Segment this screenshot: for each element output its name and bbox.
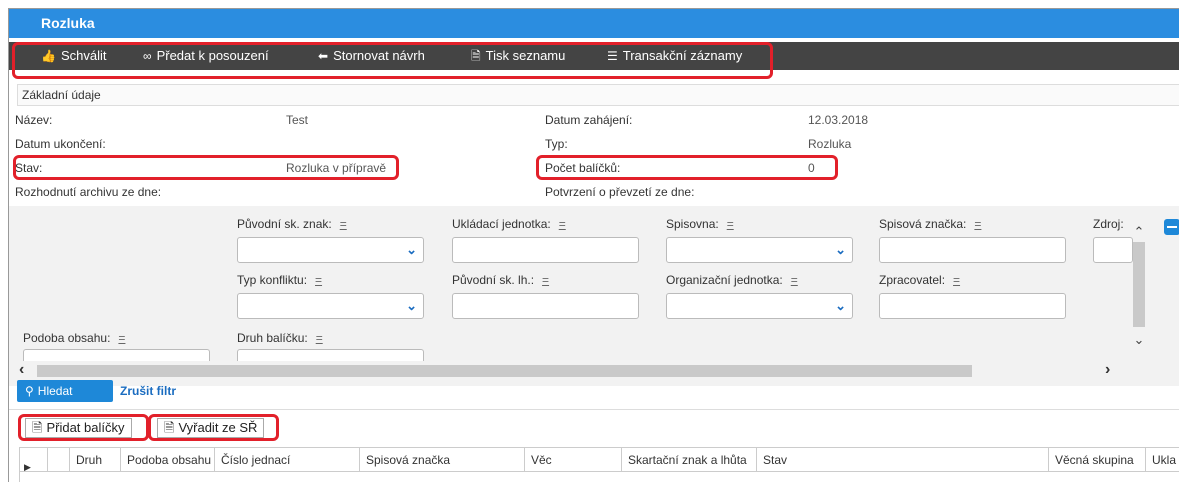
orig-mark-select[interactable]: ⌄: [237, 237, 424, 263]
end-date-label: Datum ukončení:: [15, 137, 106, 151]
search-icon: ⚲: [25, 384, 34, 398]
org-unit-label: Organizační jednotka: =: [666, 273, 798, 287]
clear-filter-link[interactable]: Zrušit filtr: [120, 384, 176, 398]
chevron-left-icon[interactable]: ‹: [19, 361, 24, 379]
registry-label: Spisovna: =: [666, 217, 734, 231]
add-packages-button[interactable]: 🗎 Přidat balíčky: [25, 418, 132, 438]
row-selector-header[interactable]: ▶: [20, 448, 48, 472]
equals-operator[interactable]: =: [727, 217, 734, 231]
title-bar: Rozluka: [9, 9, 1179, 38]
equals-operator[interactable]: =: [316, 331, 323, 345]
equals-operator[interactable]: =: [559, 217, 566, 231]
window-title: Rozluka: [41, 15, 95, 31]
chevron-right-icon[interactable]: ›: [1105, 361, 1110, 379]
column-header-skartacni-znak[interactable]: Skartační znak a lhůta: [622, 448, 757, 472]
status-value: Rozluka v přípravě: [286, 161, 387, 175]
column-header-podoba-obsahu[interactable]: Podoba obsahu: [121, 448, 215, 472]
handover-date-label: Potvrzení o převzetí ze dne:: [545, 185, 695, 199]
column-header-druh[interactable]: Druh: [70, 448, 121, 472]
equals-operator[interactable]: =: [340, 217, 347, 231]
org-unit-select[interactable]: ⌄: [666, 293, 853, 319]
filter-vertical-scrollbar[interactable]: ⌃ ⌄: [1131, 224, 1147, 354]
remove-from-sr-button[interactable]: 🗎 Vyřadit ze SŘ: [157, 418, 265, 438]
chevron-down-icon: ⌄: [406, 242, 417, 257]
content-form-label: Podoba obsahu: =: [23, 331, 126, 345]
collapse-filter-icon[interactable]: [1164, 219, 1179, 235]
column-header-vecna-skupina[interactable]: Věcná skupina: [1049, 448, 1146, 472]
source-label: Zdroj:: [1093, 217, 1124, 231]
equals-operator[interactable]: =: [542, 273, 549, 287]
cancel-proposal-button[interactable]: ⬅ Stornovat návrh: [318, 42, 425, 70]
equals-operator[interactable]: =: [974, 217, 981, 231]
processor-label: Zpracovatel: =: [879, 273, 961, 287]
chevron-down-icon: ⌄: [835, 298, 846, 313]
column-header-vec[interactable]: Věc: [525, 448, 622, 472]
print-list-button[interactable]: 🗎 Tisk seznamu: [471, 42, 565, 70]
section-title: Základní údaje: [22, 88, 101, 102]
chevron-down-icon[interactable]: ⌄: [1131, 332, 1147, 348]
storage-unit-label: Ukládací jednotka: =: [452, 217, 566, 231]
scrollbar-thumb[interactable]: [37, 365, 972, 377]
file-mark-input[interactable]: [879, 237, 1066, 263]
chevron-down-icon: ⌄: [406, 298, 417, 313]
name-value: Test: [286, 113, 309, 127]
start-date-value: 12.03.2018: [808, 113, 869, 127]
table-header-row: ▶ Druh Podoba obsahu Číslo jednací Spiso…: [20, 448, 1179, 472]
section-header: Základní údaje: [17, 84, 1179, 106]
equals-operator[interactable]: =: [315, 273, 322, 287]
equals-operator[interactable]: =: [118, 331, 125, 345]
column-header-ukladaci[interactable]: Ukla: [1146, 448, 1179, 472]
equals-operator[interactable]: =: [953, 273, 960, 287]
submit-review-button[interactable]: ∞ Předat k posouzení: [143, 42, 269, 70]
divider: [9, 409, 1179, 410]
chevron-down-icon: ⌄: [835, 242, 846, 257]
transactions-button[interactable]: ☰ Transakční záznamy: [607, 42, 742, 70]
column-header-stav[interactable]: Stav: [757, 448, 1049, 472]
filter-horizontal-scrollbar[interactable]: ‹ ›: [17, 361, 1117, 379]
orig-deadline-input[interactable]: [452, 293, 639, 319]
document-icon: 🗎: [471, 49, 481, 63]
package-kind-label: Druh balíčku: =: [237, 331, 323, 345]
content-form-select[interactable]: [23, 349, 210, 361]
equals-operator[interactable]: =: [791, 273, 798, 287]
file-mark-label: Spisová značka: =: [879, 217, 982, 231]
reply-arrow-icon: ⬅: [318, 49, 329, 63]
checkbox-column-header[interactable]: [48, 448, 70, 472]
packages-table: ▶ Druh Podoba obsahu Číslo jednací Spiso…: [19, 447, 1179, 482]
export-document-icon: 🗎: [164, 420, 175, 435]
conflict-type-label: Typ konfliktu: =: [237, 273, 323, 287]
app-window: Rozluka 👍 Schválit ∞ Předat k posouzení ⬅ S…: [8, 8, 1179, 482]
package-count-label: Počet balíčků:: [545, 161, 621, 175]
start-date-label: Datum zahájení:: [545, 113, 633, 127]
orig-mark-label: Původní sk. znak: =: [237, 217, 347, 231]
orig-deadline-label: Původní sk. lh.: =: [452, 273, 550, 287]
package-kind-select[interactable]: [237, 349, 424, 361]
processor-input[interactable]: [879, 293, 1066, 319]
caret-right-icon: ▶: [24, 462, 31, 472]
approve-button[interactable]: 👍 Schválit: [41, 42, 106, 70]
conflict-type-select[interactable]: ⌄: [237, 293, 424, 319]
type-value: Rozluka: [808, 137, 852, 151]
thumbs-up-icon: 👍: [41, 49, 56, 63]
status-label: Stav:: [15, 161, 43, 175]
package-count-value: 0: [808, 161, 815, 175]
column-header-spisova-znacka[interactable]: Spisová značka: [360, 448, 525, 472]
infinity-icon: ∞: [143, 49, 152, 63]
source-input[interactable]: [1093, 237, 1133, 263]
column-header-cislo-jednaci[interactable]: Číslo jednací: [215, 448, 360, 472]
storage-unit-input[interactable]: [452, 237, 639, 263]
search-button[interactable]: ⚲ Hledat: [17, 380, 113, 402]
decision-date-label: Rozhodnutí archivu ze dne:: [15, 185, 162, 199]
chevron-up-icon[interactable]: ⌃: [1131, 224, 1147, 240]
name-label: Název:: [15, 113, 53, 127]
list-icon: ☰: [607, 49, 618, 63]
type-label: Typ:: [545, 137, 568, 151]
action-toolbar: 👍 Schválit ∞ Předat k posouzení ⬅ Stornovat…: [9, 38, 1179, 78]
add-document-icon: 🗎: [32, 420, 43, 435]
scrollbar-thumb[interactable]: [1133, 242, 1145, 327]
registry-select[interactable]: ⌄: [666, 237, 853, 263]
